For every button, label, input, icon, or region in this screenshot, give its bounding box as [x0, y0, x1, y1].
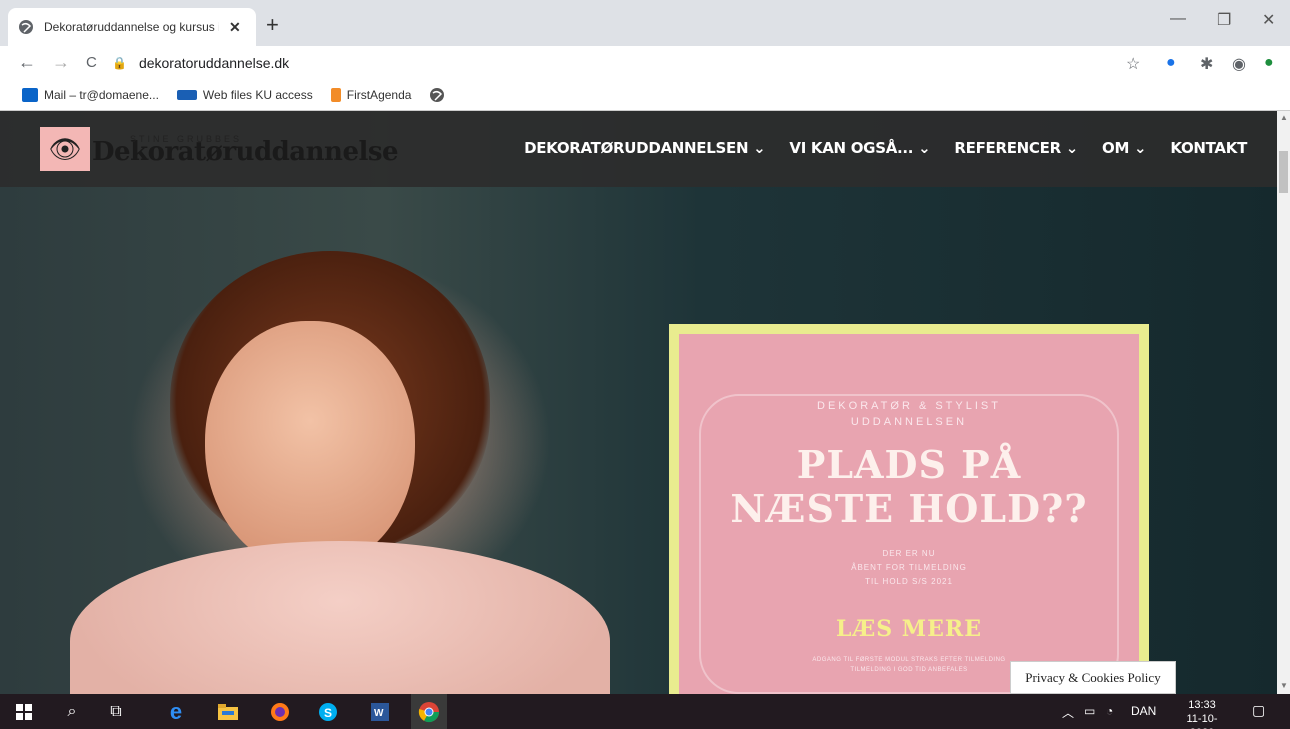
update-icon[interactable]: ●: [1264, 54, 1274, 72]
promo-banner[interactable]: DEKORATØR & STYLIST UDDANNELSEN PLADS PÅ…: [679, 334, 1139, 694]
browser-tab-bar: Dekoratøruddannelse og kursus i ✕ + — ❐ …: [0, 0, 1290, 46]
windows-start-icon[interactable]: [12, 700, 36, 724]
clock-date: 11-10-2020: [1186, 713, 1218, 729]
tab-title: Dekoratøruddannelse og kursus i: [44, 20, 219, 34]
forward-button[interactable]: →: [52, 52, 70, 73]
tray-chevron-icon[interactable]: ︿: [1062, 704, 1074, 721]
promo-kicker-2: UDDANNELSEN: [850, 416, 968, 428]
eye-logo-icon[interactable]: 👁: [40, 127, 90, 171]
ku-icon: [176, 90, 197, 100]
address-bar-row: ← → C 🔒 dekoratoruddannelse.dk ☆ ● ✱ ◉ ●: [0, 46, 1290, 80]
menu-vi-kan-ogsaa[interactable]: VI KAN OGSÅ... ⌄: [789, 139, 930, 157]
bookmark-star-icon[interactable]: ☆: [1126, 54, 1140, 74]
back-button[interactable]: ←: [18, 52, 36, 73]
menu-om[interactable]: OM ⌄: [1102, 139, 1147, 157]
globe-icon: [430, 88, 445, 102]
new-tab-button[interactable]: +: [266, 14, 279, 36]
hero-person-face: [205, 321, 415, 571]
promo-headline-1: PLADS PÅ: [796, 442, 1022, 487]
promo-read-more[interactable]: LÆS MERE: [679, 616, 1139, 642]
svg-text:S: S: [324, 706, 332, 720]
minimize-button[interactable]: —: [1170, 10, 1186, 28]
task-view-icon[interactable]: ⧉: [104, 700, 128, 724]
page-scrollbar[interactable]: ▲ ▼: [1277, 111, 1290, 694]
profile-icon[interactable]: ◉: [1232, 54, 1246, 74]
close-window-button[interactable]: ✕: [1262, 10, 1275, 30]
promo-body-1: DER ER NU: [882, 549, 936, 558]
promo-headline-2: NÆSTE HOLD??: [730, 486, 1088, 531]
bookmark-globe[interactable]: [429, 87, 445, 103]
reload-button[interactable]: C: [86, 54, 97, 71]
language-indicator[interactable]: DAN: [1131, 704, 1156, 718]
bookmark-firstagenda[interactable]: FirstAgenda: [330, 88, 411, 102]
promo-body-3: TIL HOLD S/S 2021: [865, 577, 953, 586]
privacy-cookies-button[interactable]: Privacy & Cookies Policy: [1010, 661, 1176, 694]
bookmark-ku[interactable]: Web files KU access: [176, 88, 313, 102]
skype-icon[interactable]: S: [316, 700, 340, 724]
site-header: 👁 Dekoratøruddannelse STINE GRUBBES DEKO…: [0, 111, 1277, 187]
page-viewport: 👁 Dekoratøruddannelse STINE GRUBBES DEKO…: [0, 111, 1277, 694]
notifications-icon[interactable]: ▢: [1252, 702, 1265, 719]
clock-time: 13:33: [1188, 699, 1216, 711]
chrome-icon[interactable]: [417, 700, 441, 724]
extension-shield-icon[interactable]: ●: [1166, 54, 1176, 72]
firstagenda-icon: [330, 88, 341, 102]
edge-icon[interactable]: e: [164, 699, 188, 724]
outlook-icon: [22, 88, 38, 102]
file-explorer-icon[interactable]: [216, 700, 240, 724]
url-field[interactable]: 🔒 dekoratoruddannelse.dk: [112, 51, 1152, 75]
firefox-icon[interactable]: [268, 700, 292, 724]
menu-referencer[interactable]: REFERENCER ⌄: [954, 139, 1078, 157]
main-menu: DEKORATØRUDDANNELSEN ⌄ VI KAN OGSÅ... ⌄ …: [500, 139, 1247, 157]
hero-person-body: [70, 541, 610, 694]
scroll-up-icon[interactable]: ▲: [1280, 113, 1288, 122]
clock[interactable]: 13:33 11-10-2020: [1176, 698, 1228, 729]
bookmark-mail[interactable]: Mail – tr@domaene...: [22, 88, 159, 102]
promo-decoration: [699, 394, 1119, 694]
globe-icon: [19, 20, 33, 34]
menu-kontakt[interactable]: KONTAKT: [1170, 139, 1247, 157]
taskbar: ⌕ ⧉ e S W ︿ ▭ ◔ DAN 13:33 11-10-2020 ▢: [0, 694, 1290, 729]
url-text: dekoratoruddannelse.dk: [138, 55, 290, 71]
promo-kicker-1: DEKORATØR & STYLIST: [817, 400, 1001, 412]
bookmarks-bar: Mail – tr@domaene... Web files KU access…: [0, 80, 1290, 111]
scroll-down-icon[interactable]: ▼: [1280, 681, 1288, 690]
logo-subtitle: STINE GRUBBES: [130, 134, 243, 144]
search-icon[interactable]: ⌕: [60, 700, 84, 724]
wifi-icon[interactable]: ◔: [1106, 704, 1113, 718]
word-icon[interactable]: W: [368, 700, 392, 724]
restore-button[interactable]: ❐: [1217, 10, 1231, 30]
menu-dekoratoruddannelsen[interactable]: DEKORATØRUDDANNELSEN ⌄: [524, 139, 766, 157]
promo-body-2: ÅBENT FOR TILMELDING: [851, 563, 967, 572]
lock-icon: 🔒: [112, 56, 127, 70]
scrollbar-thumb[interactable]: [1279, 151, 1288, 193]
close-tab-icon[interactable]: ✕: [229, 19, 241, 36]
browser-tab[interactable]: Dekoratøruddannelse og kursus i ✕: [8, 8, 256, 46]
extensions-puzzle-icon[interactable]: ✱: [1200, 54, 1213, 74]
svg-text:W: W: [374, 708, 384, 719]
battery-icon[interactable]: ▭: [1084, 704, 1095, 718]
